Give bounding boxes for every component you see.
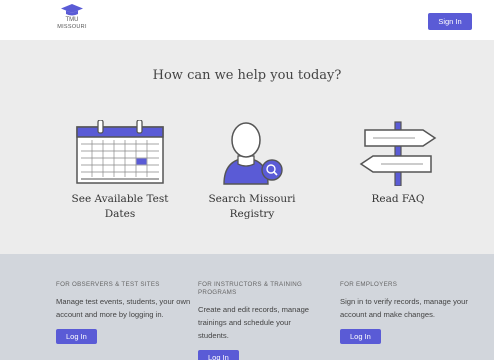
option-search-registry[interactable]: Search Missouri Registry (192, 120, 312, 222)
option-label: See Available Test Dates (71, 193, 169, 220)
option-read-faq[interactable]: Read FAQ (348, 120, 448, 207)
option-label: Search Missouri Registry (208, 193, 296, 220)
tmu-logo[interactable]: TMU MISSOURI (54, 4, 90, 30)
footer-section: FOR OBSERVERS & TEST SITES Manage test e… (0, 254, 494, 360)
logo-text-state: MISSOURI (57, 24, 87, 30)
footer-column-employers: FOR EMPLOYERS Sign in to verify records,… (340, 281, 468, 344)
observers-login-button[interactable]: Log In (56, 329, 97, 344)
column-description: Manage test events, students, your own a… (56, 297, 191, 319)
sign-in-button[interactable]: Sign In (428, 13, 472, 30)
top-header: TMU MISSOURI Sign In (0, 0, 494, 40)
column-description: Sign in to verify records, manage your a… (340, 297, 468, 319)
calendar-icon (76, 120, 164, 184)
signpost-icon (359, 121, 437, 186)
employers-login-button[interactable]: Log In (340, 329, 381, 344)
person-search-icon (223, 122, 283, 185)
graduation-cap-icon (61, 4, 83, 16)
page-title: How can we help you today? (152, 68, 342, 83)
logo-text-tmu: TMU (65, 17, 79, 23)
column-description: Create and edit records, manage training… (198, 305, 310, 340)
column-title: FOR EMPLOYERS (340, 281, 398, 288)
option-test-dates[interactable]: See Available Test Dates (52, 120, 188, 222)
footer-column-instructors: FOR INSTRUCTORS & TRAINING PROGRAMS Crea… (198, 281, 334, 360)
option-label: Read FAQ (371, 193, 425, 205)
instructors-login-button[interactable]: Log In (198, 350, 239, 360)
column-title: FOR OBSERVERS & TEST SITES (56, 281, 160, 288)
column-title: FOR INSTRUCTORS & TRAINING PROGRAMS (198, 281, 303, 296)
footer-column-observers: FOR OBSERVERS & TEST SITES Manage test e… (56, 281, 192, 344)
